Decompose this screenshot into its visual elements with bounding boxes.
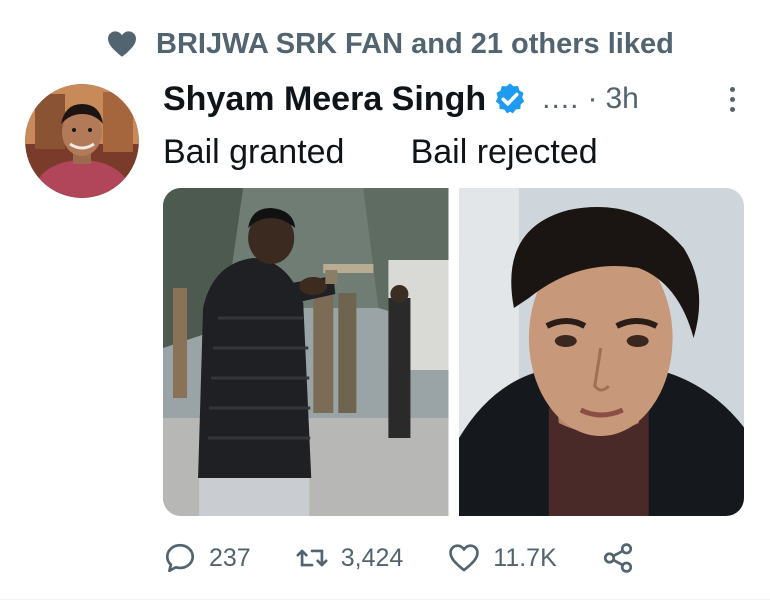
avatar[interactable] — [25, 84, 139, 198]
retweet-count: 3,424 — [340, 543, 404, 572]
verified-badge-icon — [495, 83, 525, 114]
tweet-actions: 237 3,424 11.7K — [163, 536, 703, 580]
like-button[interactable]: 11.7K — [447, 541, 557, 575]
tweet-header: Shyam Meera Singh .... · 3h — [163, 75, 742, 123]
truncated-handle: .... — [542, 82, 580, 115]
separator-dot: · — [587, 82, 598, 115]
retweet-button[interactable]: 3,424 — [295, 541, 404, 575]
reply-button[interactable]: 237 — [163, 541, 251, 575]
timestamp[interactable]: 3h — [605, 82, 638, 116]
reply-icon — [165, 543, 195, 573]
social-context-text: BRIJWA SRK FAN and 21 others liked — [156, 27, 674, 60]
like-count: 11.7K — [493, 543, 557, 572]
more-options-icon[interactable] — [722, 79, 742, 119]
photo-young-man-portrait — [458, 188, 744, 516]
heart-outline-icon — [449, 544, 480, 572]
author-name[interactable]: Shyam Meera Singh — [163, 80, 486, 119]
share-icon — [603, 543, 632, 573]
social-context[interactable]: BRIJWA SRK FAN and 21 others liked — [106, 26, 674, 62]
tweet-text: Bail granted Bail rejected — [163, 133, 598, 171]
retweet-icon — [296, 549, 328, 567]
share-button[interactable] — [601, 541, 635, 575]
photo-man-pointing-gun — [163, 188, 449, 516]
heart-icon — [108, 31, 136, 57]
divider — [0, 599, 770, 600]
media-grid — [163, 188, 744, 516]
reply-count: 237 — [209, 543, 251, 572]
photo-right[interactable] — [458, 188, 744, 516]
photo-left[interactable] — [163, 188, 449, 516]
